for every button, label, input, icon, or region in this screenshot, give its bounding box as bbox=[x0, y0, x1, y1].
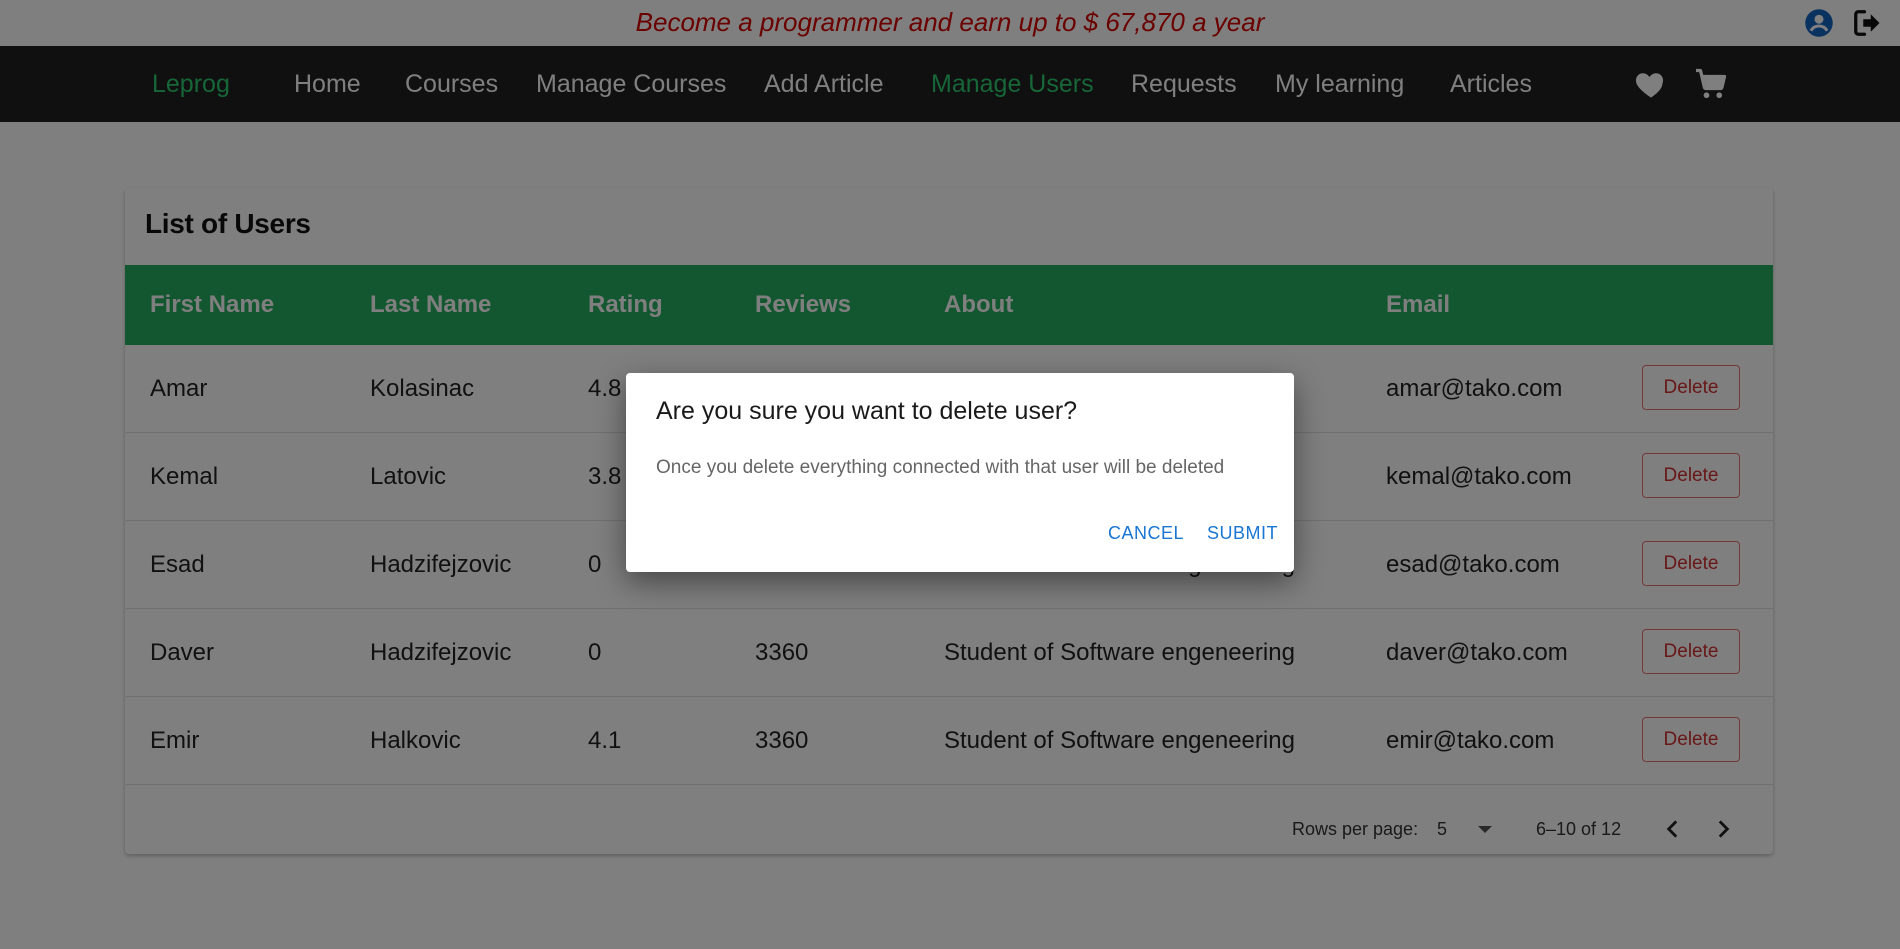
dialog-title: Are you sure you want to delete user? bbox=[656, 397, 1078, 425]
delete-user-dialog: Are you sure you want to delete user? On… bbox=[626, 373, 1294, 572]
submit-button[interactable]: SUBMIT bbox=[1207, 523, 1278, 544]
cancel-button[interactable]: CANCEL bbox=[1108, 523, 1184, 544]
dialog-message: Once you delete everything connected wit… bbox=[656, 457, 1225, 478]
